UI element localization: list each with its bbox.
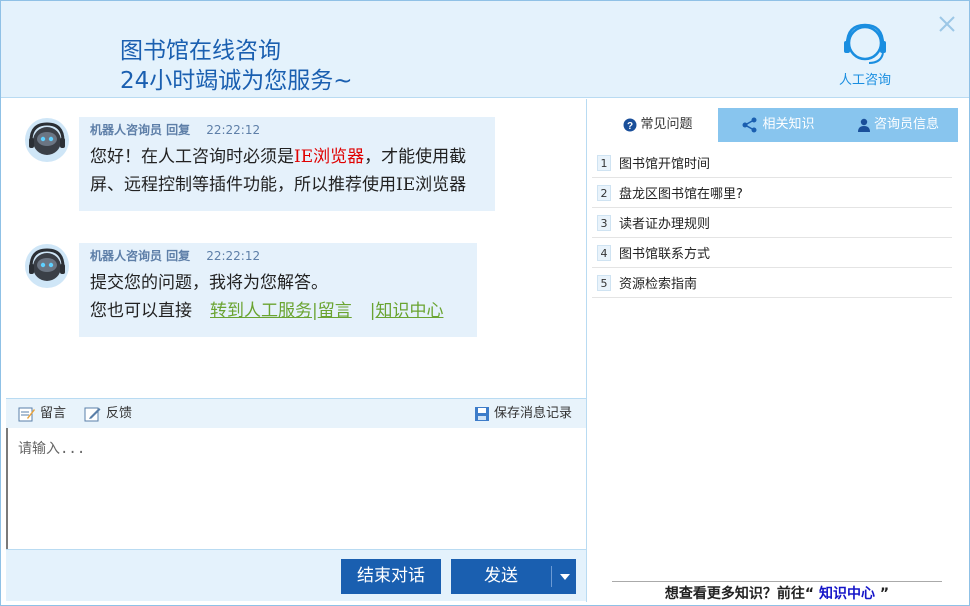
message-bubble: 机器人咨询员 回复 22:22:12 提交您的问题，我将为您解答。 您也可以直接转… bbox=[79, 243, 477, 337]
faq-text: 盘龙区图书馆在哪里? bbox=[619, 187, 743, 202]
question-icon: ? bbox=[623, 118, 637, 132]
faq-number: 1 bbox=[597, 154, 611, 171]
end-chat-button[interactable]: 结束对话 bbox=[341, 559, 441, 594]
ie-browser-text: IE浏览器 bbox=[294, 147, 365, 167]
sender-name: 机器人咨询员 回复 bbox=[90, 123, 191, 137]
faq-text: 图书馆联系方式 bbox=[619, 247, 711, 262]
header-subtitle: 24小时竭诚为您服务~ bbox=[120, 68, 353, 94]
more-knowledge-prompt: 想查看更多知识？前往“ 知识中心 ” bbox=[612, 583, 942, 603]
message-line: 提交您的问题，我将为您解答。 bbox=[90, 273, 328, 293]
action-bar: 结束对话 发送 bbox=[6, 549, 586, 601]
note-edit-icon bbox=[18, 407, 35, 422]
message-time: 22:22:12 bbox=[206, 249, 261, 263]
tab-label: 咨询员信息 bbox=[873, 117, 939, 132]
faq-text: 图书馆开馆时间 bbox=[619, 157, 711, 172]
faq-item[interactable]: 2 盘龙区图书馆在哪里? bbox=[592, 178, 952, 208]
message-time: 22:22:12 bbox=[206, 123, 261, 137]
svg-text:?: ? bbox=[627, 121, 633, 132]
send-options-dropdown-icon[interactable] bbox=[551, 566, 576, 587]
leave-message-button[interactable]: 留言 bbox=[18, 399, 66, 429]
send-label: 发送 bbox=[484, 566, 518, 586]
tab-related-knowledge[interactable]: 相关知识 bbox=[718, 108, 838, 142]
faq-number: 5 bbox=[597, 274, 611, 291]
chat-messages[interactable]: 机器人咨询员 回复 22:22:12 您好！在人工咨询时必须是IE浏览器，才能使用… bbox=[6, 99, 586, 397]
faq-number: 4 bbox=[597, 244, 611, 261]
faq-item[interactable]: 1 图书馆开馆时间 bbox=[592, 148, 952, 178]
faq-item[interactable]: 3 读者证办理规则 bbox=[592, 208, 952, 238]
more-divider bbox=[612, 581, 942, 582]
headset-icon bbox=[844, 23, 886, 64]
message-text: 您也可以直接 bbox=[90, 301, 192, 321]
message-line: 您也可以直接 转到人工服务|留言 |知识中心 bbox=[90, 301, 444, 321]
message-input[interactable] bbox=[6, 428, 586, 549]
edit-icon bbox=[84, 407, 101, 422]
save-record-label: 保存消息记录 bbox=[494, 406, 573, 421]
more-knowledge-link[interactable]: 知识中心 bbox=[819, 586, 875, 602]
save-record-button[interactable]: 保存消息记录 bbox=[474, 399, 572, 429]
leave-message-label: 留言 bbox=[40, 406, 67, 421]
feedback-button[interactable]: 反馈 bbox=[84, 399, 132, 429]
tab-label: 相关知识 bbox=[762, 117, 815, 132]
faq-list: 1 图书馆开馆时间 2 盘龙区图书馆在哪里? 3 读者证办理规则 4 图书馆联系… bbox=[592, 148, 952, 298]
knowledge-center-link[interactable]: 知识中心 bbox=[375, 301, 443, 321]
sender-name: 机器人咨询员 回复 bbox=[90, 249, 191, 263]
leave-message-link[interactable]: 留言 bbox=[318, 301, 352, 321]
robot-avatar-icon bbox=[25, 244, 69, 288]
faq-number: 3 bbox=[597, 214, 611, 231]
close-icon[interactable] bbox=[936, 13, 958, 35]
tab-advisor-info[interactable]: 咨询员信息 bbox=[838, 108, 958, 142]
message-text: 您好！在人工咨询时必须是 bbox=[90, 147, 294, 167]
faq-text: 读者证办理规则 bbox=[619, 217, 711, 232]
share-icon bbox=[742, 117, 757, 133]
info-tabs: ? 常见问题 相关知识 咨询员信息 bbox=[598, 108, 958, 142]
input-toolbar: 留言 反馈 保存消息记录 bbox=[6, 398, 586, 428]
message-line: 屏、远程控制等插件功能，所以推荐使用IE浏览器 bbox=[90, 175, 467, 195]
faq-text: 资源检索指南 bbox=[619, 277, 698, 292]
tab-faq[interactable]: ? 常见问题 bbox=[598, 108, 718, 142]
save-icon bbox=[475, 407, 489, 421]
tab-label: 常见问题 bbox=[640, 117, 693, 132]
header-title: 图书馆在线咨询 bbox=[120, 38, 281, 64]
message-bubble: 机器人咨询员 回复 22:22:12 您好！在人工咨询时必须是IE浏览器，才能使用… bbox=[79, 117, 495, 211]
more-prefix: 想查看更多知识？前往“ bbox=[664, 586, 819, 602]
panel-divider bbox=[586, 99, 587, 602]
human-consult-button[interactable]: 人工咨询 bbox=[831, 19, 899, 95]
faq-item[interactable]: 5 资源检索指南 bbox=[592, 268, 952, 298]
robot-avatar-icon bbox=[25, 118, 69, 162]
feedback-label: 反馈 bbox=[106, 406, 133, 421]
faq-number: 2 bbox=[597, 184, 611, 201]
human-consult-label: 人工咨询 bbox=[838, 73, 891, 88]
transfer-human-link[interactable]: 转到人工服务 bbox=[210, 301, 312, 321]
more-suffix: ” bbox=[875, 586, 890, 602]
send-button[interactable]: 发送 bbox=[451, 559, 576, 594]
faq-item[interactable]: 4 图书馆联系方式 bbox=[592, 238, 952, 268]
message-line: 您好！在人工咨询时必须是IE浏览器，才能使用截 bbox=[90, 143, 484, 171]
user-icon bbox=[857, 118, 870, 132]
header: 图书馆在线咨询 24小时竭诚为您服务~ 人工咨询 bbox=[1, 1, 969, 98]
message-text: ，才能使用截 bbox=[364, 147, 467, 167]
